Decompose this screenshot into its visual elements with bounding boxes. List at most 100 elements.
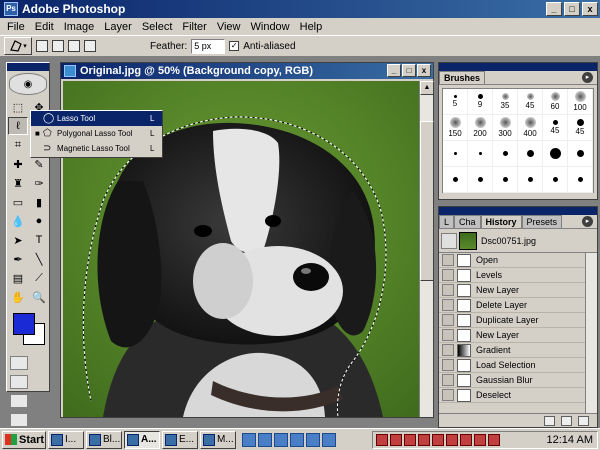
new-selection-mode-button[interactable] [36, 40, 48, 52]
brush-preset[interactable] [568, 141, 593, 167]
brush-preset[interactable]: 9 [468, 89, 493, 115]
feather-input[interactable] [191, 38, 226, 54]
document-vertical-scrollbar[interactable]: ▲ [419, 81, 434, 417]
start-button[interactable]: Start [2, 430, 46, 449]
history-state[interactable]: Gradient [439, 343, 597, 358]
toolbox-title-bar[interactable] [7, 63, 49, 71]
minimize-button[interactable]: _ [546, 2, 562, 16]
brush-preset[interactable]: 45 [568, 115, 593, 141]
quick-launch-desktop-icon[interactable] [274, 432, 288, 447]
brush-preset[interactable] [568, 167, 593, 193]
history-state[interactable]: Duplicate Layer [439, 313, 597, 328]
dodge-tool-icon[interactable]: ● [29, 212, 49, 230]
tray-icon[interactable] [432, 434, 444, 446]
history-scrollbar[interactable] [585, 253, 597, 414]
tray-icon[interactable] [446, 434, 458, 446]
history-brush-source-box[interactable] [442, 314, 454, 326]
document-close-button[interactable]: x [417, 64, 431, 77]
flyout-magnetic-lasso-tool[interactable]: ⊃ Magnetic Lasso Tool L [31, 141, 162, 156]
brushes-palette-title-bar[interactable] [439, 63, 597, 71]
eraser-tool-icon[interactable]: ▭ [8, 193, 28, 211]
history-brush-source-box[interactable] [442, 359, 454, 371]
flyout-polygonal-lasso-tool[interactable]: ■ ⬠ Polygonal Lasso Tool L [31, 126, 162, 141]
tray-icon[interactable] [460, 434, 472, 446]
brush-preset[interactable] [443, 167, 468, 193]
quick-mask-mode-button[interactable] [10, 375, 28, 389]
menu-view[interactable]: View [212, 21, 246, 33]
menu-select[interactable]: Select [137, 21, 178, 33]
tray-icon[interactable] [474, 434, 486, 446]
taskbar-task-button[interactable]: I... [48, 430, 84, 449]
brush-preset[interactable]: 35 [493, 89, 518, 115]
brush-preset[interactable] [443, 141, 468, 167]
gradient-tool-icon[interactable]: ▮ [29, 193, 49, 211]
tray-icon[interactable] [418, 434, 430, 446]
history-brush-source-box[interactable] [442, 284, 454, 296]
brush-preset[interactable]: 60 [543, 89, 568, 115]
menu-window[interactable]: Window [246, 21, 295, 33]
trash-icon[interactable] [578, 415, 589, 426]
crop-tool-icon[interactable]: ⌗ [8, 136, 28, 154]
history-brush-source-box[interactable] [442, 344, 454, 356]
history-brush-source-box[interactable] [442, 329, 454, 341]
history-state[interactable]: Gaussian Blur [439, 373, 597, 388]
history-state[interactable]: Load Selection [439, 358, 597, 373]
tray-icon[interactable] [404, 434, 416, 446]
brush-preset[interactable] [543, 141, 568, 167]
history-brush-source-box[interactable] [442, 254, 454, 266]
palette-menu-arrow-icon[interactable]: ▸ [582, 216, 593, 227]
brush-preset[interactable] [518, 141, 543, 167]
add-selection-mode-button[interactable] [52, 40, 64, 52]
quick-launch-app-icon[interactable] [306, 432, 320, 447]
history-state[interactable]: Delete Layer [439, 298, 597, 313]
path-selection-tool-icon[interactable]: ➤ [8, 231, 28, 249]
marquee-tool-icon[interactable]: ⬚ [8, 98, 28, 116]
menu-layer[interactable]: Layer [99, 21, 137, 33]
notes-tool-icon[interactable]: ▤ [8, 269, 28, 287]
history-snapshot[interactable]: Dsc00751.jpg [439, 229, 597, 253]
history-brush-source-box[interactable] [442, 374, 454, 386]
brush-preset[interactable]: 5 [443, 89, 468, 115]
flyout-lasso-tool[interactable]: ◯ Lasso Tool L [31, 111, 162, 126]
menu-edit[interactable]: Edit [30, 21, 59, 33]
new-snapshot-icon[interactable] [561, 415, 572, 426]
blur-tool-icon[interactable]: 💧 [8, 212, 28, 230]
history-state[interactable]: New Layer [439, 328, 597, 343]
tray-icon[interactable] [390, 434, 402, 446]
history-state[interactable]: New Layer [439, 283, 597, 298]
screen-mode-full-button[interactable] [10, 413, 28, 427]
taskbar-task-button[interactable]: A... [124, 430, 160, 449]
tab-brushes[interactable]: Brushes [439, 71, 486, 84]
menu-help[interactable]: Help [295, 21, 328, 33]
brush-preset[interactable]: 300 [493, 115, 518, 141]
eyedropper-tool-icon[interactable]: ⟋ [29, 269, 49, 287]
brush-preset[interactable]: 400 [518, 115, 543, 141]
brush-preset[interactable]: 150 [443, 115, 468, 141]
brush-preset[interactable] [493, 141, 518, 167]
document-maximize-button[interactable]: □ [402, 64, 416, 77]
foreground-color-swatch[interactable] [13, 313, 35, 335]
healing-brush-tool-icon[interactable]: ✚ [8, 155, 28, 173]
menu-file[interactable]: File [2, 21, 30, 33]
history-state[interactable]: Deselect [439, 388, 597, 403]
pen-tool-icon[interactable]: ✒ [8, 250, 28, 268]
screen-mode-standard-button[interactable] [10, 394, 28, 408]
close-button[interactable]: x [582, 2, 598, 16]
brush-preset[interactable] [518, 167, 543, 193]
clone-stamp-tool-icon[interactable]: ♜ [8, 174, 28, 192]
quick-launch-outlook-icon[interactable] [258, 432, 272, 447]
intersect-selection-mode-button[interactable] [84, 40, 96, 52]
brush-preset[interactable] [468, 141, 493, 167]
hand-tool-icon[interactable]: ✋ [8, 288, 28, 306]
tray-icon[interactable] [488, 434, 500, 446]
taskbar-task-button[interactable]: M... [200, 430, 236, 449]
antialiased-checkbox[interactable]: ✓ [229, 41, 240, 51]
history-state[interactable]: Levels [439, 268, 597, 283]
history-brush-source-box[interactable] [442, 299, 454, 311]
tray-icon[interactable] [376, 434, 388, 446]
quick-launch-ie-icon[interactable] [242, 432, 256, 447]
tab-history[interactable]: History [480, 215, 522, 228]
taskbar-clock[interactable]: 12:14 AM [547, 434, 593, 446]
line-tool-icon[interactable]: ╲ [29, 250, 49, 268]
brush-preset[interactable]: 100 [568, 89, 593, 115]
